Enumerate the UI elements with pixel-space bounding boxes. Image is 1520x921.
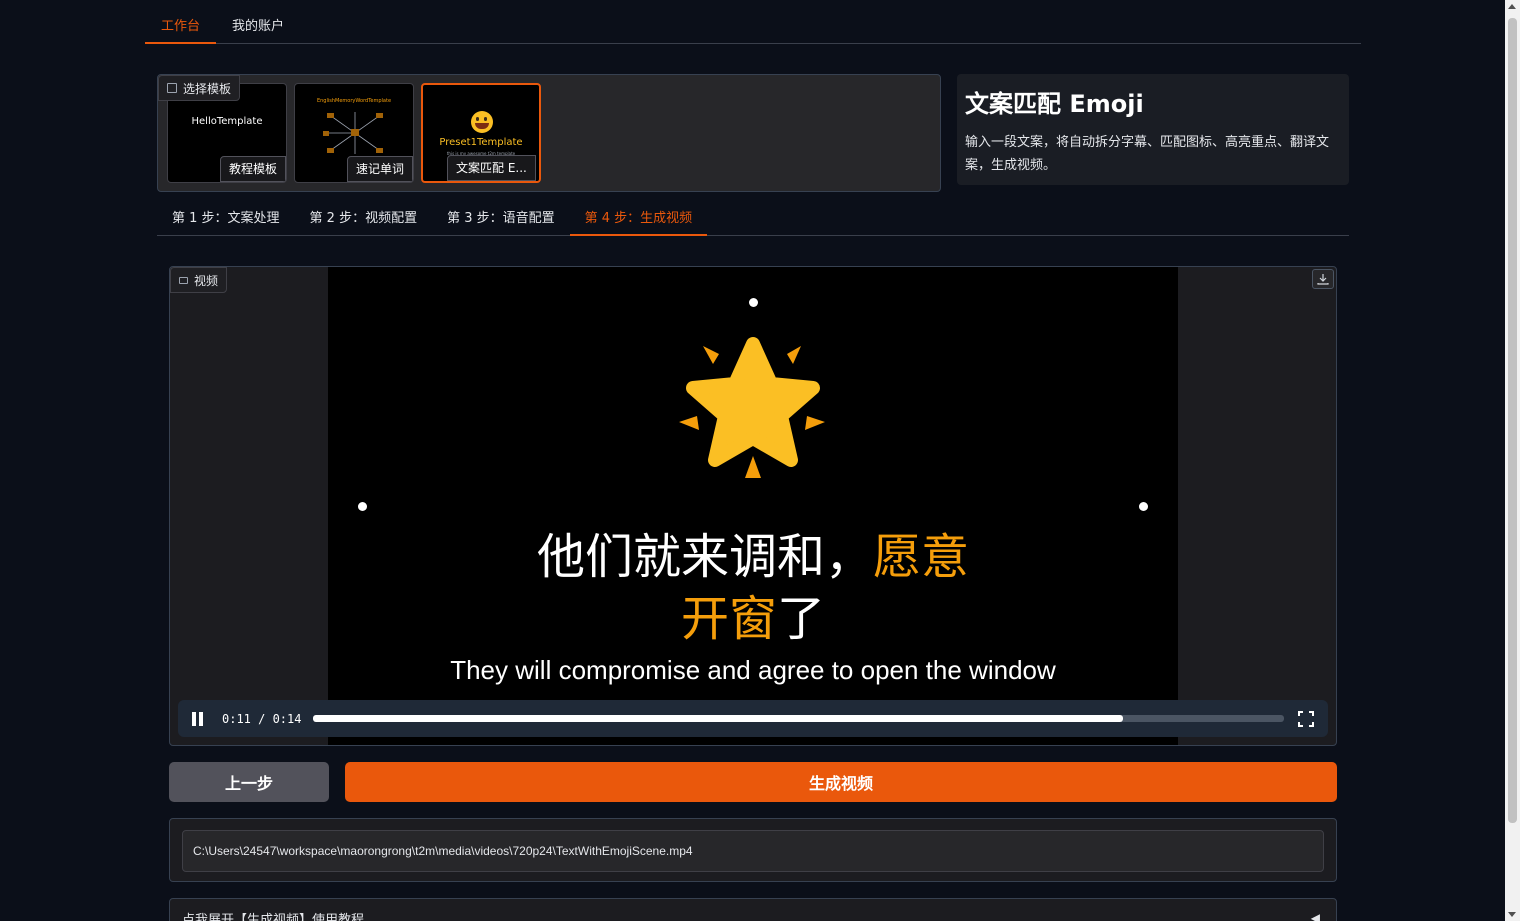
template-caption: 教程模板 [219, 156, 286, 182]
video-panel-title: 视频 [194, 273, 219, 288]
fullscreen-icon[interactable] [1298, 710, 1314, 727]
subtitle-highlight: 愿意 [873, 529, 970, 585]
video-camera-icon [179, 276, 188, 284]
thumb-title: Preset1Template [439, 137, 523, 148]
download-button[interactable] [1312, 269, 1334, 289]
pause-icon[interactable] [192, 711, 206, 726]
playback-time: 0:11 / 0:14 [222, 711, 302, 726]
tab-step-1[interactable]: 第 1 步：文案处理 [157, 204, 295, 236]
subtitle-highlight: 开窗 [680, 591, 777, 647]
subtitle-text: 了 [777, 591, 826, 647]
template-thumb-emoji[interactable]: Preset1Template this is my awesome t2m t… [421, 83, 541, 183]
scroll-up-arrow-icon[interactable] [1508, 4, 1516, 9]
video-controls: 0:11 / 0:14 [178, 700, 1328, 737]
tutorial-accordion[interactable]: 点我展开【生成视频】使用教程 ◀ [169, 898, 1337, 921]
step-tab-bar: 第 1 步：文案处理 第 2 步：视频配置 第 3 步：语音配置 第 4 步：生… [157, 204, 1349, 236]
tab-my-account[interactable]: 我的账户 [216, 12, 300, 44]
glowing-star-icon [679, 337, 825, 478]
image-icon [167, 83, 177, 93]
subtitle-text: 他们就来调和， [536, 529, 873, 585]
grin-emoji-icon [471, 111, 493, 133]
subtitle-line-1: 他们就来调和，愿意 [328, 517, 1178, 587]
tab-workbench[interactable]: 工作台 [145, 12, 217, 44]
previous-step-button[interactable]: 上一步 [169, 762, 329, 802]
mindmap-graphic [323, 112, 383, 154]
subtitle-line-2: 开窗了 [328, 579, 1178, 649]
template-caption: 速记单词 [346, 156, 413, 182]
tab-step-4[interactable]: 第 4 步：生成视频 [569, 204, 708, 236]
output-path-field[interactable] [182, 830, 1324, 872]
output-path-panel [169, 818, 1337, 882]
template-gallery: HelloTemplate 教程模板 EnglishMemoryWordTemp… [157, 74, 941, 192]
scrollbar-thumb[interactable] [1508, 18, 1517, 823]
thumb-title: EnglishMemoryWordTemplate [316, 98, 392, 104]
video-canvas[interactable]: 他们就来调和，愿意 开窗了 They will compromise and a… [328, 267, 1178, 745]
thumb-title: HelloTemplate [191, 116, 263, 127]
video-panel-label: 视频 [170, 267, 228, 293]
video-player: 他们就来调和，愿意 开窗了 They will compromise and a… [169, 266, 1337, 746]
accordion-label: 点我展开【生成视频】使用教程 [182, 913, 365, 921]
sparkle-dot [358, 502, 367, 511]
tab-step-3[interactable]: 第 3 步：语音配置 [432, 204, 570, 236]
template-caption: 文案匹配 E... [447, 155, 536, 181]
seek-bar[interactable] [313, 715, 1284, 722]
top-tab-bar: 工作台 我的账户 [145, 12, 1361, 44]
english-subtitle: They will compromise and agree to open t… [450, 655, 1056, 685]
tab-step-2[interactable]: 第 2 步：视频配置 [295, 204, 433, 236]
page-scrollbar[interactable] [1505, 0, 1520, 921]
template-info-title: 文案匹配 Emoji [965, 90, 1144, 118]
sparkle-dot [749, 298, 758, 307]
scroll-down-arrow-icon[interactable] [1508, 912, 1516, 917]
template-thumb-vocab[interactable]: EnglishMemoryWordTemplate 速记单词 [294, 83, 414, 183]
generate-video-button[interactable]: 生成视频 [345, 762, 1337, 802]
template-panel-title: 选择模板 [183, 81, 232, 96]
template-panel-label: 选择模板 [158, 75, 241, 101]
template-info-description: 输入一段文案，将自动拆分字幕、匹配图标、高亮重点、翻译文案，生成视频。 [965, 135, 1330, 173]
seek-bar-fill [313, 715, 1123, 722]
collapse-arrow-icon: ◀ [1310, 911, 1320, 921]
download-icon [1317, 274, 1329, 285]
template-info: 文案匹配 Emoji 输入一段文案，将自动拆分字幕、匹配图标、高亮重点、翻译文案… [957, 74, 1349, 185]
sparkle-dot [1139, 502, 1148, 511]
